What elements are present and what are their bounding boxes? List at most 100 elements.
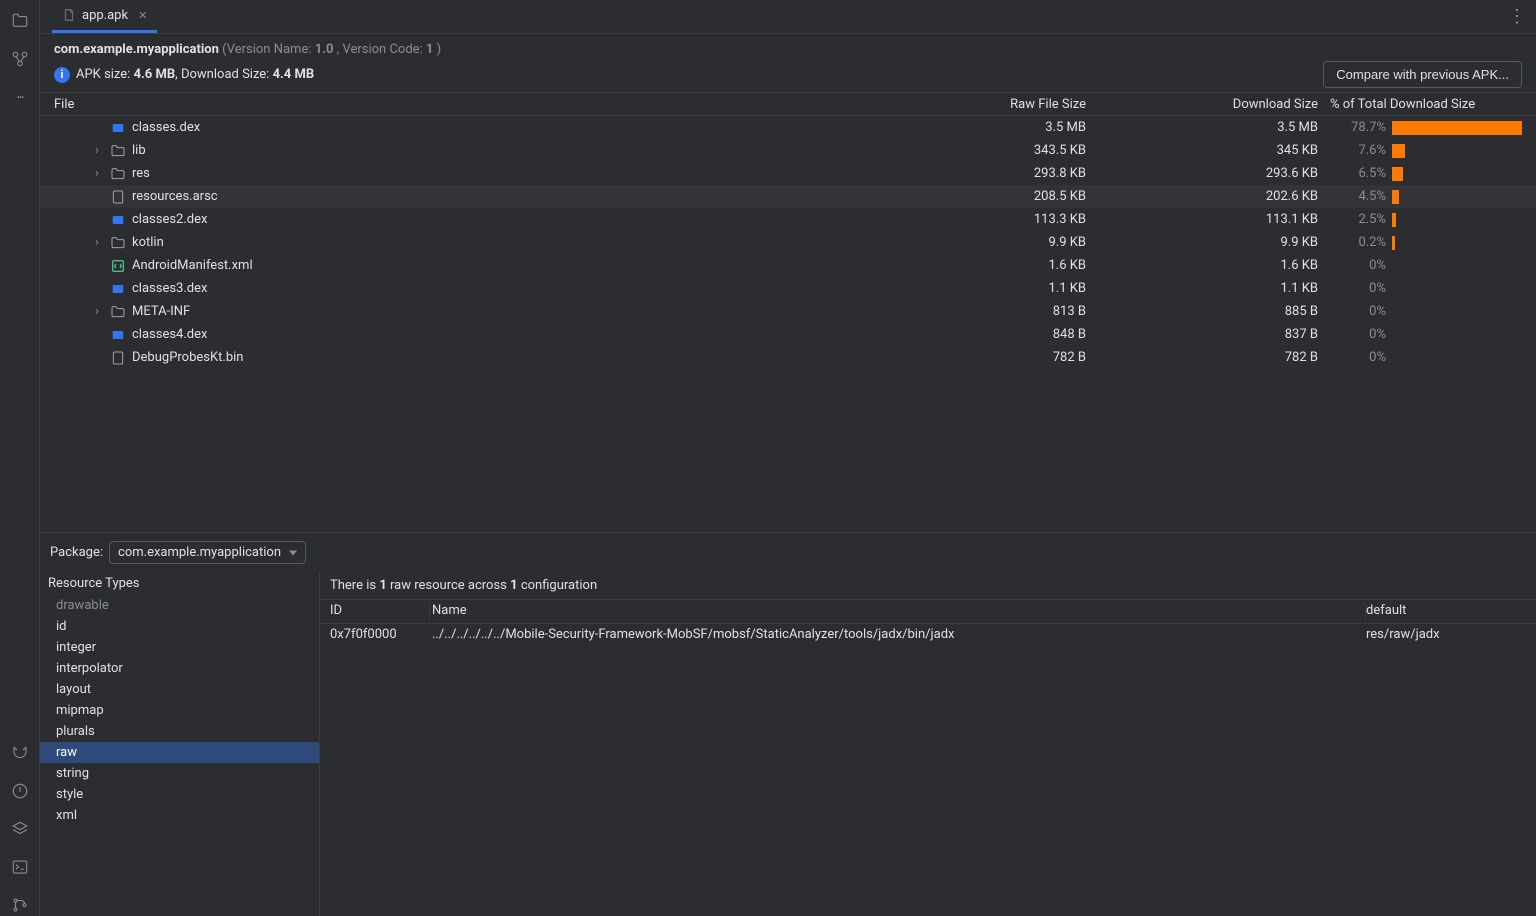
file-name: lib	[132, 143, 146, 158]
resource-row[interactable]: 0x7f0f0000../../../../../../Mobile-Secur…	[320, 624, 1536, 645]
pct-value: 0%	[1326, 350, 1386, 365]
raw-size: 208.5 KB	[846, 189, 1106, 204]
col-header-download[interactable]: Download Size	[1106, 97, 1326, 112]
size-summary: APK size: 4.6 MB, Download Size: 4.4 MB	[76, 67, 314, 82]
resource-types-panel: Resource Types drawableidintegerinterpol…	[40, 572, 320, 916]
dex-icon	[110, 327, 126, 343]
problems-icon[interactable]	[9, 780, 31, 802]
download-size: 3.5 MB	[1106, 120, 1326, 135]
package-id: com.example.myapplication	[54, 42, 219, 57]
dex-icon	[110, 281, 126, 297]
structure-icon[interactable]	[9, 48, 31, 70]
pct-bar	[1386, 328, 1526, 342]
pct-bar	[1386, 305, 1526, 319]
res-name: ../../../../../../Mobile-Security-Framew…	[430, 627, 1366, 642]
pct-bar	[1386, 213, 1526, 227]
file-row[interactable]: ›classes2.dex113.3 KB113.1 KB2.5%	[40, 208, 1536, 231]
package-select[interactable]: com.example.myapplication	[109, 541, 306, 564]
info-icon: i	[54, 67, 70, 83]
col-header-file[interactable]: File	[40, 97, 846, 112]
download-size: 293.6 KB	[1106, 166, 1326, 181]
pct-value: 0%	[1326, 258, 1386, 273]
resource-type-item[interactable]: drawable	[40, 595, 319, 616]
editor-tab-bar: app.apk ✕ ⋮	[40, 0, 1536, 34]
package-select-row: Package: com.example.myapplication	[40, 533, 1536, 572]
pct-bar	[1386, 351, 1526, 365]
raw-size: 1.1 KB	[846, 281, 1106, 296]
res-col-default[interactable]: default	[1366, 603, 1526, 620]
col-header-raw[interactable]: Raw File Size	[846, 97, 1106, 112]
download-size: 837 B	[1106, 327, 1326, 342]
pct-value: 0%	[1326, 304, 1386, 319]
package-select-label: Package:	[50, 545, 103, 560]
file-row[interactable]: ›classes4.dex848 B837 B0%	[40, 323, 1536, 346]
resource-type-item[interactable]: raw	[40, 742, 319, 763]
download-size: 202.6 KB	[1106, 189, 1326, 204]
folder-icon	[110, 166, 126, 182]
resource-type-item[interactable]: plurals	[40, 721, 319, 742]
raw-size: 113.3 KB	[846, 212, 1106, 227]
tab-label: app.apk	[82, 8, 128, 23]
chevron-right-icon[interactable]: ›	[90, 304, 104, 319]
res-id: 0x7f0f0000	[330, 627, 430, 642]
file-row[interactable]: ›classes.dex3.5 MB3.5 MB78.7%	[40, 116, 1536, 139]
download-size: 9.9 KB	[1106, 235, 1326, 250]
file-name: classes2.dex	[132, 212, 207, 227]
xml-icon	[110, 258, 126, 274]
apk-file-icon	[62, 8, 76, 22]
resource-type-item[interactable]: id	[40, 616, 319, 637]
file-name: classes4.dex	[132, 327, 207, 342]
file-name: res	[132, 166, 150, 181]
pct-value: 7.6%	[1326, 143, 1386, 158]
chevron-right-icon[interactable]: ›	[90, 143, 104, 158]
file-row[interactable]: ›lib343.5 KB345 KB7.6%	[40, 139, 1536, 162]
cat-icon[interactable]	[9, 742, 31, 764]
res-col-name[interactable]: Name	[430, 603, 1366, 620]
raw-size: 343.5 KB	[846, 143, 1106, 158]
file-row[interactable]: ›AndroidManifest.xml1.6 KB1.6 KB0%	[40, 254, 1536, 277]
file-row[interactable]: ›kotlin9.9 KB9.9 KB0.2%	[40, 231, 1536, 254]
resource-type-item[interactable]: interpolator	[40, 658, 319, 679]
chevron-right-icon[interactable]: ›	[90, 235, 104, 250]
raw-size: 9.9 KB	[846, 235, 1106, 250]
arsc-icon	[110, 350, 126, 366]
download-size: 885 B	[1106, 304, 1326, 319]
resource-type-item[interactable]: style	[40, 784, 319, 805]
file-row[interactable]: ›DebugProbesKt.bin782 B782 B0%	[40, 346, 1536, 369]
pct-bar	[1386, 144, 1526, 158]
file-name: META-INF	[132, 304, 190, 319]
res-default: res/raw/jadx	[1366, 627, 1526, 642]
vcs-icon[interactable]	[9, 894, 31, 916]
folder-icon	[110, 235, 126, 251]
left-tool-rail: ···	[0, 0, 40, 916]
file-row[interactable]: ›resources.arsc208.5 KB202.6 KB4.5%	[40, 185, 1536, 208]
project-icon[interactable]	[9, 10, 31, 32]
more-tools-icon[interactable]: ···	[9, 86, 31, 108]
close-icon[interactable]: ✕	[138, 9, 147, 22]
col-header-pct[interactable]: % of Total Download Size	[1326, 97, 1526, 112]
pct-bar	[1386, 121, 1526, 135]
terminal-icon[interactable]	[9, 856, 31, 878]
compare-apk-button[interactable]: Compare with previous APK...	[1323, 61, 1522, 88]
resource-type-item[interactable]: xml	[40, 805, 319, 826]
resource-type-item[interactable]: layout	[40, 679, 319, 700]
arsc-icon	[110, 189, 126, 205]
file-row[interactable]: ›res293.8 KB293.6 KB6.5%	[40, 162, 1536, 185]
file-name: AndroidManifest.xml	[132, 258, 253, 273]
file-row[interactable]: ›META-INF813 B885 B0%	[40, 300, 1536, 323]
resource-type-item[interactable]: mipmap	[40, 700, 319, 721]
chevron-right-icon[interactable]: ›	[90, 166, 104, 181]
res-col-id[interactable]: ID	[330, 603, 430, 620]
tab-menu-icon[interactable]: ⋮	[1508, 6, 1526, 27]
folder-icon	[110, 143, 126, 159]
inspect-icon[interactable]	[9, 818, 31, 840]
apk-header: com.example.myapplication (Version Name:…	[40, 34, 1536, 93]
download-size: 782 B	[1106, 350, 1326, 365]
raw-size: 293.8 KB	[846, 166, 1106, 181]
pct-value: 2.5%	[1326, 212, 1386, 227]
file-row[interactable]: ›classes3.dex1.1 KB1.1 KB0%	[40, 277, 1536, 300]
resource-type-item[interactable]: string	[40, 763, 319, 784]
pct-value: 0%	[1326, 281, 1386, 296]
resource-type-item[interactable]: integer	[40, 637, 319, 658]
tab-app-apk[interactable]: app.apk ✕	[52, 0, 157, 33]
